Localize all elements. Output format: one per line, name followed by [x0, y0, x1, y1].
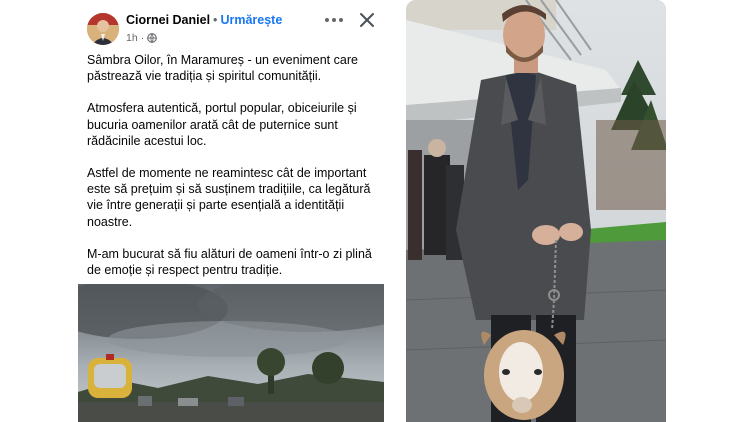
post-time[interactable]: 1h — [126, 32, 138, 44]
post-paragraph: Atmosfera autentică, portul popular, obi… — [87, 101, 357, 148]
post-meta: 1h · — [126, 32, 158, 44]
close-icon — [360, 13, 374, 27]
author-line: Ciornei Daniel • Urmărește — [126, 13, 282, 27]
follow-button[interactable]: Urmărește — [220, 13, 282, 27]
event-photo — [406, 0, 666, 422]
post-paragraph: Sâmbra Oilor, în Maramureș - un evenimen… — [87, 53, 358, 84]
separator-dot: · — [140, 32, 145, 44]
close-button[interactable] — [357, 10, 377, 30]
author-name[interactable]: Ciornei Daniel — [126, 13, 210, 27]
globe-icon — [147, 33, 158, 43]
man-with-goat-image — [406, 0, 666, 422]
post-video[interactable] — [78, 284, 384, 422]
author-avatar[interactable] — [87, 13, 119, 45]
post-paragraph: M-am bucurat să fiu alături de oameni în… — [87, 246, 372, 278]
more-icon — [325, 18, 343, 22]
more-options-button[interactable] — [323, 10, 345, 30]
festival-scene-image — [78, 284, 384, 422]
post-body: Sâmbra Oilor, în Maramureș - un evenimen… — [87, 52, 379, 294]
post-paragraph: Astfel de momente ne reamintesc cât de i… — [87, 166, 371, 229]
facebook-post: Ciornei Daniel • Urmărește 1h · Sâmbra Oil… — [78, 0, 384, 422]
separator-dot: • — [213, 13, 218, 27]
post-header: Ciornei Daniel • Urmărește 1h · — [78, 8, 384, 48]
